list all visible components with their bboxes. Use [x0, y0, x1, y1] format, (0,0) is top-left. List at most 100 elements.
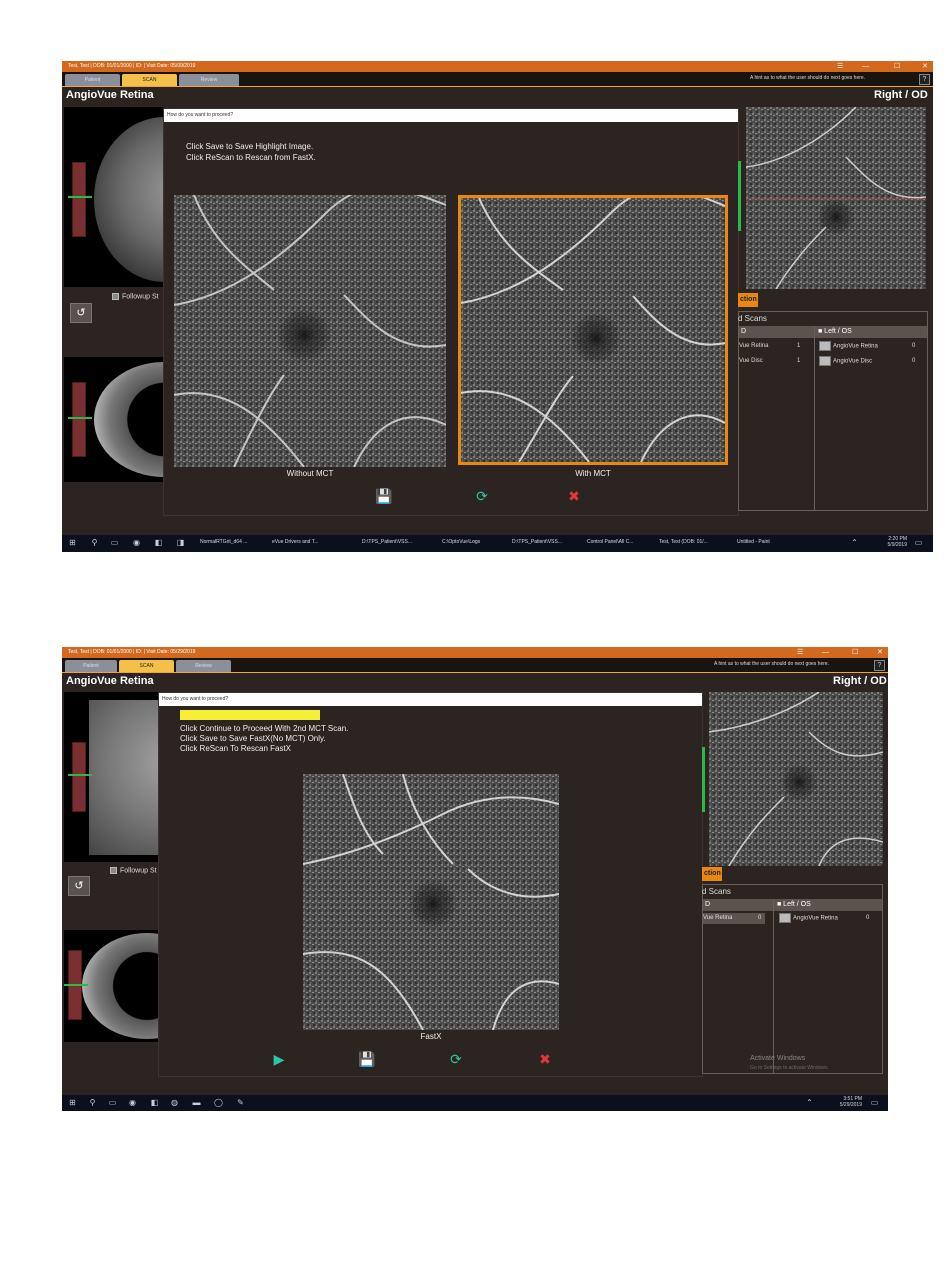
app-icon[interactable]: ◧	[154, 538, 163, 547]
tab-patient[interactable]: Patient	[65, 660, 117, 672]
hint-text: A hint as to what the user should do nex…	[750, 75, 866, 81]
scan-thumbnail-icon	[819, 356, 831, 366]
patient-titlebar: Test, Test | DOB: 01/01/2000 | ID: | Vis…	[62, 647, 888, 658]
followup-checkbox[interactable]: Followup St	[110, 867, 157, 874]
taskbar-item[interactable]: Control Panel\All C...	[587, 537, 633, 547]
od-row[interactable]: Vue Retina 1	[739, 343, 809, 349]
help-icon[interactable]: ?	[919, 74, 930, 85]
continue-button[interactable]: ▶	[269, 1050, 289, 1068]
app-title: AngioVue Retina	[66, 89, 154, 101]
followup-checkbox[interactable]: Followup St	[112, 293, 159, 300]
oct-angiogram	[709, 692, 883, 866]
maximize-icon[interactable]: ☐	[852, 648, 858, 657]
activate-windows-hint: Go to Settings to activate Windows.	[750, 1065, 829, 1071]
scans-title: d Scans	[702, 887, 731, 896]
z-slider-handle[interactable]	[68, 417, 92, 419]
iris-image	[82, 933, 159, 1039]
taskbar-clock[interactable]: 3:51 PM 5/29/2019	[832, 1096, 862, 1108]
close-icon[interactable]: ✕	[877, 648, 883, 657]
minimize-icon[interactable]: —	[862, 62, 869, 71]
oct-angiogram	[303, 774, 559, 1030]
save-button[interactable]: 💾	[357, 1050, 377, 1068]
taskbar-item[interactable]: NormalRTGrit_d64 ...	[200, 537, 247, 547]
followup-label: Followup St	[122, 293, 159, 301]
iris-preview	[64, 357, 164, 482]
taskbar-clock[interactable]: 2:20 PM 5/9/2019	[877, 536, 907, 548]
start-icon[interactable]: ⊞	[68, 1098, 77, 1107]
dialog-title: How do you want to proceed?	[164, 109, 738, 122]
focus-slider-handle[interactable]	[68, 196, 92, 198]
browser-icon[interactable]: ◉	[132, 538, 141, 547]
od-row[interactable]: Vue Retina 0	[703, 913, 765, 924]
highlight-bar	[180, 710, 320, 720]
minimize-icon[interactable]: —	[822, 648, 829, 657]
od-column-header: D	[739, 326, 814, 338]
app-icon[interactable]: ◯	[214, 1098, 223, 1107]
checkbox-icon[interactable]	[112, 293, 119, 300]
focus-slider[interactable]	[68, 742, 92, 812]
cancel-button[interactable]: ✖	[535, 1050, 555, 1068]
task-view-icon[interactable]: ▭	[108, 1098, 117, 1107]
cancel-button[interactable]: ✖	[564, 487, 584, 505]
tab-patient[interactable]: Patient	[65, 74, 120, 86]
taskbar-item[interactable]: D:\TPS_Patient\VSS...	[512, 537, 562, 547]
start-icon[interactable]: ⊞	[68, 538, 77, 547]
od-row[interactable]: Vue Disc 1	[739, 358, 809, 364]
tray-icon[interactable]: ⌃	[805, 1098, 814, 1107]
save-button[interactable]: 💾	[374, 487, 394, 505]
scan-with-mct[interactable]	[458, 195, 728, 465]
focus-slider-handle[interactable]	[68, 774, 92, 776]
refresh-button[interactable]: ↺	[68, 876, 90, 896]
rescan-button[interactable]: ⟳	[446, 1050, 466, 1068]
tab-bar: Patient SCAN Review A hint as to what th…	[62, 72, 933, 87]
taskbar-item[interactable]: eVue Drivers and T...	[272, 537, 318, 547]
taskbar-item[interactable]: C:\OptoVue\Logs	[442, 537, 480, 547]
windows-taskbar: ⊞ ⚲ ▭ ◉ ◧ ◍ ▬ ◯ ✎ ⌃ 3:51 PM 5/29/2019 ▭	[62, 1095, 888, 1111]
app-title: AngioVue Retina	[66, 675, 154, 687]
help-icon[interactable]: ?	[874, 660, 885, 671]
menu-icon[interactable]: ☰	[837, 62, 843, 71]
app-icon[interactable]: ◍	[170, 1098, 179, 1107]
z-slider-handle[interactable]	[64, 984, 88, 986]
scan-fastx[interactable]	[303, 774, 559, 1030]
scan-without-mct[interactable]	[174, 195, 446, 467]
checkbox-icon[interactable]	[110, 867, 117, 874]
tray-icon[interactable]: ⌃	[850, 538, 859, 547]
refresh-button[interactable]: ↺	[70, 303, 92, 323]
tab-scan[interactable]: SCAN	[122, 74, 177, 86]
os-row[interactable]: AngioVue Retina 0	[819, 341, 924, 351]
rescan-icon: ⟳	[476, 488, 488, 504]
scans-panel: d Scans D ■ Left / OS Vue Retina 0 AngioV…	[702, 884, 883, 1074]
oct-angiogram	[746, 107, 926, 289]
z-slider[interactable]	[68, 382, 92, 457]
search-icon[interactable]: ⚲	[90, 538, 99, 547]
maximize-icon[interactable]: ☐	[894, 62, 900, 71]
z-slider[interactable]	[64, 950, 88, 1020]
search-icon[interactable]: ⚲	[88, 1098, 97, 1107]
oct-angiogram	[461, 198, 725, 462]
taskbar-item[interactable]: Untitled - Paint	[737, 537, 770, 547]
taskbar-item[interactable]: D:\TPS_Patient\VSS...	[362, 537, 412, 547]
os-row[interactable]: AngioVue Retina 0	[779, 913, 879, 923]
app-icon[interactable]: ◧	[150, 1098, 159, 1107]
notification-icon[interactable]: ▭	[870, 1098, 879, 1107]
menu-icon[interactable]: ☰	[797, 648, 803, 657]
close-icon[interactable]: ✕	[922, 62, 928, 71]
app-icon[interactable]: ◨	[176, 538, 185, 547]
notification-icon[interactable]: ▭	[914, 538, 923, 547]
rescan-button[interactable]: ⟳	[472, 487, 492, 505]
tab-review[interactable]: Review	[176, 660, 231, 672]
tab-scan[interactable]: SCAN	[119, 660, 174, 672]
instruction-save: Click Save to Save FastX(No MCT) Only.	[180, 734, 326, 743]
folder-icon[interactable]: ▬	[192, 1098, 201, 1107]
tab-review[interactable]: Review	[179, 74, 239, 86]
taskbar-item[interactable]: Test, Test (DOB: 01/...	[659, 537, 708, 547]
os-row[interactable]: AngioVue Disc 0	[819, 356, 924, 366]
cancel-icon: ✖	[568, 488, 580, 504]
app-icon[interactable]: ✎	[236, 1098, 245, 1107]
focus-slider[interactable]	[68, 162, 92, 237]
followup-label: Followup St	[120, 867, 157, 875]
task-view-icon[interactable]: ▭	[110, 538, 119, 547]
browser-icon[interactable]: ◉	[128, 1098, 137, 1107]
screenshot-1: Test, Test | DOB: 01/01/2000 | ID: | Vis…	[62, 61, 933, 552]
